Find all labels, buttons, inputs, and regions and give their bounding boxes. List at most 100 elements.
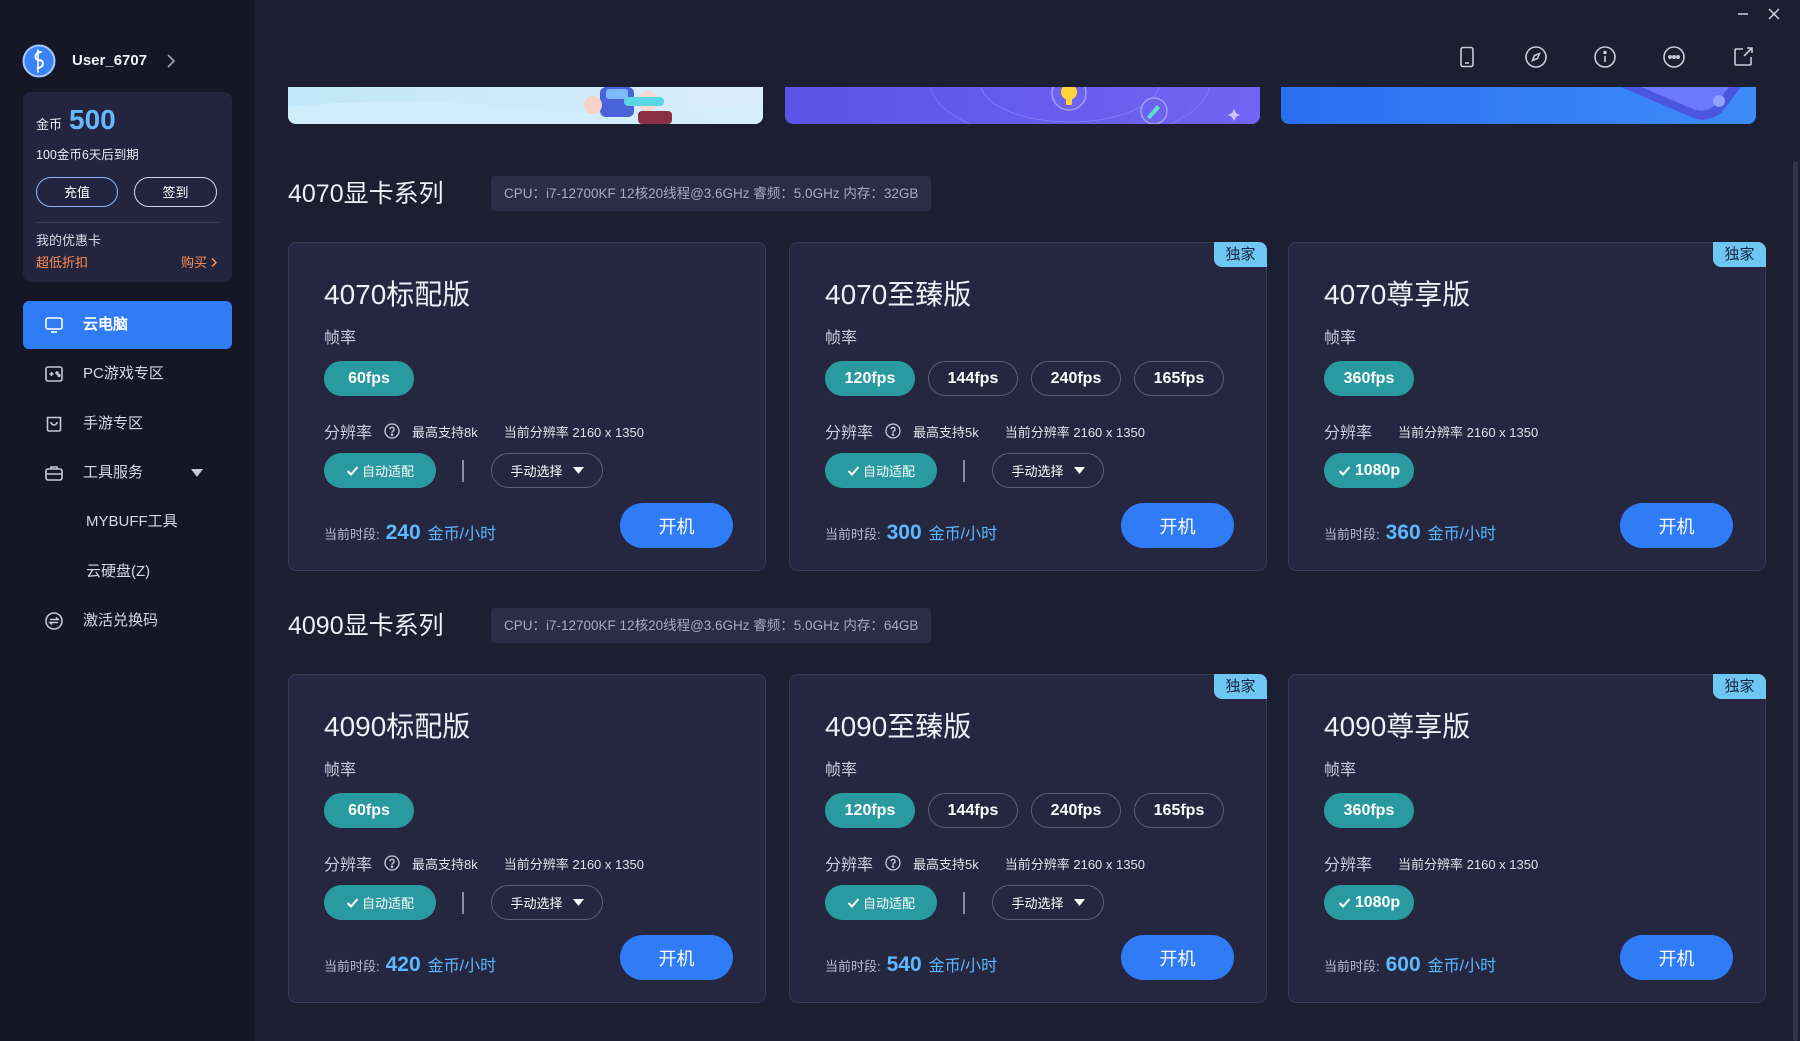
checkin-button[interactable]: 签到 [134,177,217,207]
caret-down-icon [572,899,584,906]
start-button[interactable]: 开机 [1121,935,1234,980]
buy-label[interactable]: 购买 [181,255,207,270]
help-icon[interactable] [885,855,901,871]
resolution-info: 分辨率 最高支持5k 当前分辨率 2160 x 1350 [825,422,1145,442]
compass-icon[interactable] [1524,45,1548,69]
resolution-label: 分辨率 [324,857,373,874]
nav-item-mybuff-tools[interactable]: MYBUFF工具 [23,498,232,546]
promo-banner-1[interactable] [288,87,763,124]
price-value: 420 [385,953,421,976]
start-button[interactable]: 开机 [620,503,733,548]
fps-option[interactable]: 360fps [1324,793,1414,828]
auto-adapt-label: 自动适配 [862,464,915,479]
fps-option[interactable]: 120fps [825,793,915,828]
fps-option[interactable]: 120fps [825,361,915,396]
nav-item-cloud-pc[interactable]: 云电脑 [23,301,232,349]
manual-select-dropdown[interactable]: 手动选择 [992,885,1104,920]
fps-label: 帧率 [324,762,357,779]
current-resolution: 当前分辨率 2160 x 1350 [1004,424,1145,440]
tablet-icon[interactable] [1455,45,1479,69]
plan-name: 4090尊享版 [1324,711,1471,742]
recharge-button[interactable]: 充值 [36,177,118,207]
plan-card: 独家 4090尊享版 帧率 360fps 分辨率 当前分辨率 2160 x 1350 108… [1288,674,1766,1003]
nav-item-redeem-code[interactable]: 激活兑换码 [23,597,232,645]
fps-option[interactable]: 360fps [1324,361,1414,396]
plan-name: 4090标配版 [324,711,471,742]
coupon-subtitle: 超低折扣 [36,255,89,270]
divider [36,222,219,223]
fps-option[interactable]: 165fps [1134,361,1224,396]
auto-adapt-button[interactable]: 自动适配 [324,885,436,920]
help-icon[interactable] [384,855,400,871]
buy-coupon-link[interactable]: 购买 [181,255,218,270]
plan-card: 4070标配版 帧率 60fps 分辨率 最高支持8k 当前分辨率 2160 x 1350… [288,242,766,571]
price-info: 当前时段: 300 金币/小时 [825,520,997,545]
auto-adapt-button[interactable]: 自动适配 [825,453,937,488]
fps-option[interactable]: 240fps [1031,793,1121,828]
nav-item-cloud-drive[interactable]: 云硬盘(Z) [23,548,232,596]
toolbox-icon [44,463,64,483]
help-icon[interactable] [384,423,400,439]
price-value: 240 [385,521,421,544]
resolution-label: 分辨率 [324,425,373,442]
minimize-icon[interactable] [1736,7,1750,21]
fps-option[interactable]: 60fps [324,793,414,828]
resolution-option[interactable]: 1080p [1324,453,1414,488]
scrollbar[interactable] [1793,161,1798,1041]
start-button[interactable]: 开机 [620,935,733,980]
chat-icon[interactable] [1662,45,1686,69]
info-icon[interactable] [1593,45,1617,69]
current-period-label: 当前时段: [825,959,881,974]
section-title: 4070显卡系列 [288,180,444,208]
start-button[interactable]: 开机 [1620,503,1733,548]
nav-label: 手游专区 [83,415,144,432]
price-info: 当前时段: 540 金币/小时 [825,952,997,977]
price-unit: 金币/小时 [427,526,497,543]
sidebar: User_6707 金币 500 100金币6天后到期 充值 签到 我的优惠卡 … [0,0,254,1041]
manual-select-label: 手动选择 [510,896,563,911]
username[interactable]: User_6707 [72,52,147,70]
start-button[interactable]: 开机 [1620,935,1733,980]
promo-banner-2[interactable] [785,87,1260,124]
fps-option[interactable]: 144fps [928,793,1018,828]
price-value: 600 [1385,953,1421,976]
resolution-option[interactable]: 1080p [1324,885,1414,920]
nav-label: 云硬盘(Z) [86,563,151,580]
price-unit: 金币/小时 [928,526,998,543]
price-info: 当前时段: 420 金币/小时 [324,952,496,977]
nav-label: 云电脑 [83,316,129,333]
nav-item-mobile-games[interactable]: 手游专区 [23,400,232,448]
auto-adapt-button[interactable]: 自动适配 [324,453,436,488]
main-content: 4070显卡系列 CPU：i7-12700KF 12核20线程@3.6GHz 睿频… [254,0,1800,1041]
chevron-right-icon[interactable] [164,52,178,70]
avatar-icon [22,44,56,78]
manual-select-dropdown[interactable]: 手动选择 [491,885,603,920]
fps-options: 360fps [1324,361,1414,396]
exclusive-badge: 独家 [1214,674,1267,699]
nav-item-pc-games[interactable]: PC游戏专区 [23,350,232,398]
plan-name: 4070标配版 [324,279,471,310]
promo-banner-3[interactable] [1281,87,1756,124]
banner-artwork [288,87,763,124]
fps-option[interactable]: 165fps [1134,793,1224,828]
auto-adapt-button[interactable]: 自动适配 [825,885,937,920]
help-icon[interactable] [885,423,901,439]
nav-item-tool-services[interactable]: 工具服务 [23,449,232,497]
check-icon [346,465,359,477]
fps-option[interactable]: 144fps [928,361,1018,396]
caret-down-icon[interactable] [191,469,203,477]
chevron-right-icon[interactable] [210,257,218,268]
fps-option[interactable]: 240fps [1031,361,1121,396]
check-icon [1338,465,1351,477]
avatar[interactable] [22,44,56,78]
close-icon[interactable] [1767,7,1781,21]
start-button[interactable]: 开机 [1121,503,1234,548]
manual-select-dropdown[interactable]: 手动选择 [992,453,1104,488]
divider [462,892,464,914]
fps-option[interactable]: 60fps [324,361,414,396]
plan-card: 独家 4090至臻版 帧率 120fps 144fps 240fps 165fps 分辨率 最高… [789,674,1267,1003]
edit-icon[interactable] [1731,45,1755,69]
manual-select-dropdown[interactable]: 手动选择 [491,453,603,488]
coin-balance: 500 [69,104,116,135]
nav-label: MYBUFF工具 [86,513,178,530]
